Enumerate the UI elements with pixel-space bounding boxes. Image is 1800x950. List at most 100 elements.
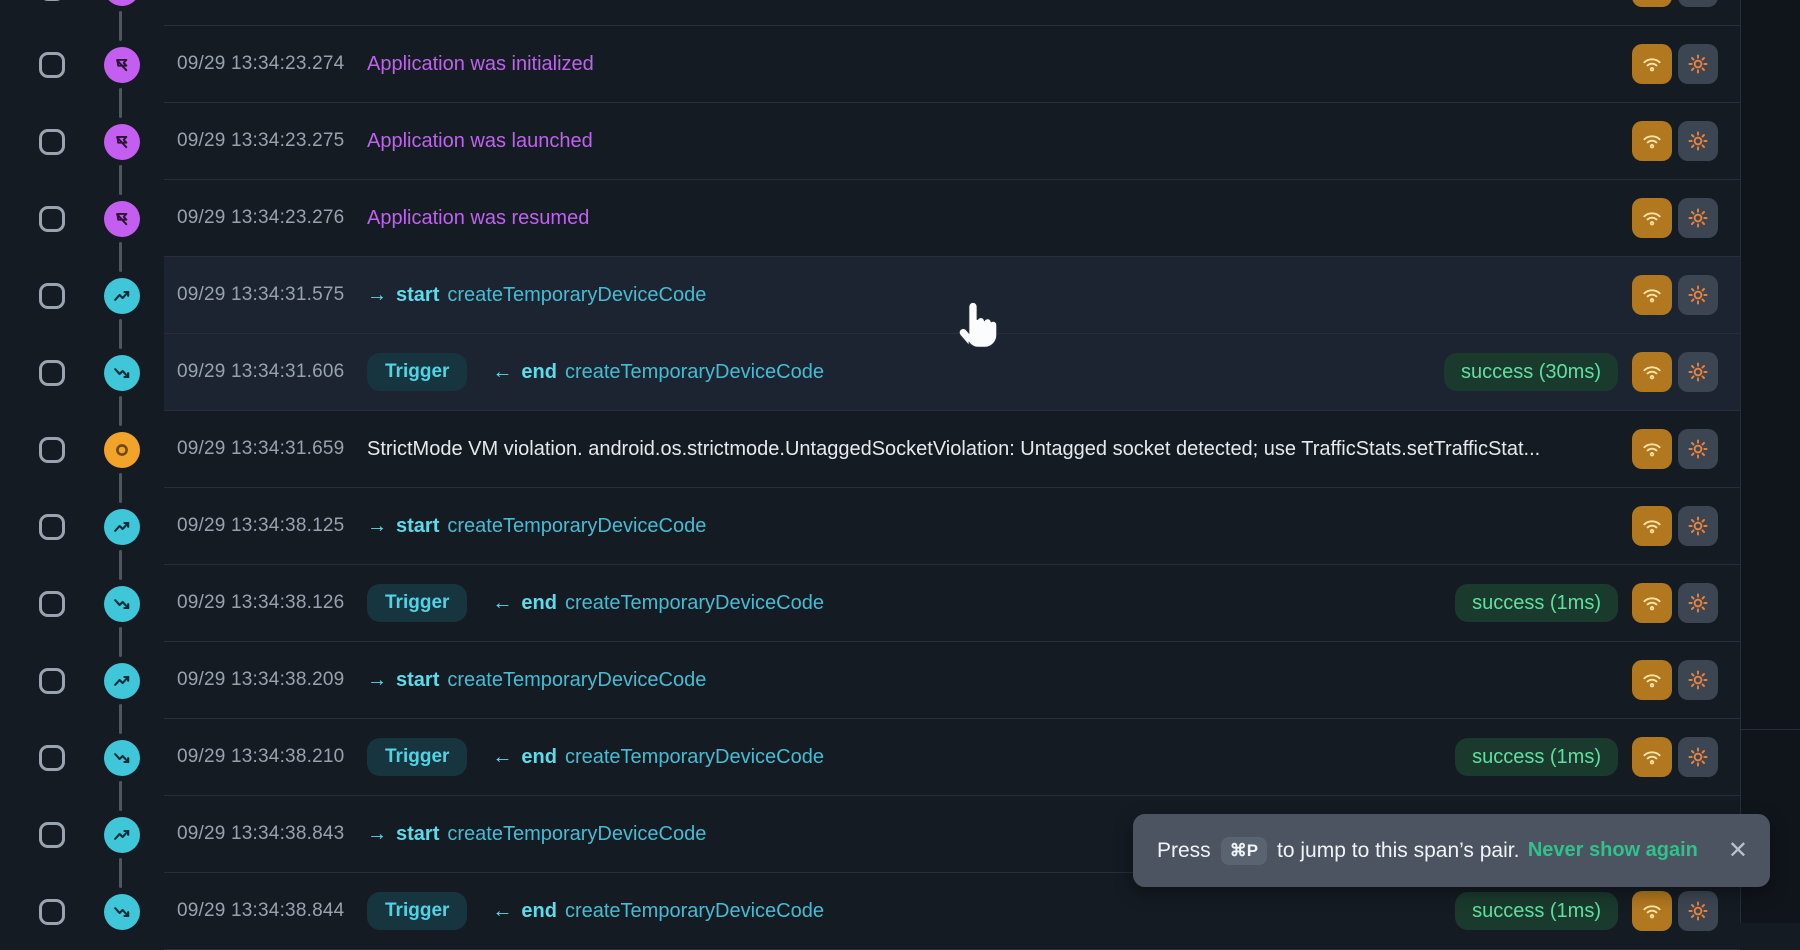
- span-name[interactable]: createTemporaryDeviceCode: [447, 669, 706, 692]
- row-gutter: [0, 411, 164, 488]
- row-checkbox[interactable]: [39, 0, 65, 1]
- log-row-log[interactable]: 09/29 13:34:31.659 StrictMode VM violati…: [0, 411, 1800, 488]
- span-name[interactable]: createTemporaryDeviceCode: [447, 823, 706, 846]
- attributes-button[interactable]: [1678, 121, 1718, 161]
- span-keyword: start: [396, 515, 439, 538]
- attributes-button[interactable]: [1678, 0, 1718, 7]
- row-checkbox[interactable]: [39, 899, 65, 925]
- attributes-button[interactable]: [1678, 275, 1718, 315]
- row-checkbox[interactable]: [39, 283, 65, 309]
- row-checkbox[interactable]: [39, 745, 65, 771]
- trigger-badge: Trigger: [367, 892, 467, 930]
- timestamp: 09/29 13:34:38.844: [177, 900, 367, 922]
- timestamp: 09/29 13:34:23.276: [177, 207, 367, 229]
- row-checkbox[interactable]: [39, 52, 65, 78]
- row-checkbox[interactable]: [39, 668, 65, 694]
- attributes-button[interactable]: [1678, 583, 1718, 623]
- network-button[interactable]: [1632, 275, 1672, 315]
- wifi-icon: [1640, 899, 1664, 923]
- attributes-button[interactable]: [1678, 44, 1718, 84]
- direction-arrow: →: [367, 823, 387, 846]
- span-name[interactable]: createTemporaryDeviceCode: [565, 900, 824, 923]
- row-checkbox[interactable]: [39, 437, 65, 463]
- network-button[interactable]: [1632, 429, 1672, 469]
- span-name[interactable]: createTemporaryDeviceCode: [447, 284, 706, 307]
- network-button[interactable]: [1632, 352, 1672, 392]
- direction-arrow: ←: [492, 592, 512, 615]
- attributes-button[interactable]: [1678, 660, 1718, 700]
- log-row-span-start[interactable]: 09/29 13:34:38.125 → start createTempora…: [0, 488, 1800, 565]
- log-row-span-start[interactable]: 09/29 13:34:38.209 → start createTempora…: [0, 642, 1800, 719]
- sun-icon: [1686, 129, 1710, 153]
- network-button[interactable]: [1632, 891, 1672, 931]
- network-button[interactable]: [1632, 506, 1672, 546]
- span-keyword: end: [521, 746, 557, 769]
- wifi-icon: [1640, 283, 1664, 307]
- network-button[interactable]: [1632, 44, 1672, 84]
- span-name[interactable]: createTemporaryDeviceCode: [565, 746, 824, 769]
- attributes-button[interactable]: [1678, 198, 1718, 238]
- attributes-button[interactable]: [1678, 352, 1718, 392]
- row-checkbox[interactable]: [39, 129, 65, 155]
- row-gutter: [0, 873, 164, 950]
- row-gutter: [0, 565, 164, 642]
- log-row-span-end[interactable]: 09/29 13:34:31.606 Trigger ← end createT…: [0, 334, 1800, 411]
- network-button[interactable]: [1632, 660, 1672, 700]
- log-row-breadcrumb[interactable]: [0, 0, 1800, 26]
- close-icon[interactable]: ✕: [1728, 839, 1748, 863]
- trending-down-icon: [112, 748, 132, 768]
- attributes-button[interactable]: [1678, 429, 1718, 469]
- trigger-badge: Trigger: [367, 738, 467, 776]
- row-message: Application was launched: [367, 130, 1632, 153]
- sun-icon: [1686, 360, 1710, 384]
- network-button[interactable]: [1632, 0, 1672, 7]
- log-row-span-start[interactable]: 09/29 13:34:31.575 → start createTempora…: [0, 257, 1800, 334]
- row-checkbox[interactable]: [39, 360, 65, 386]
- trending-down-icon: [112, 902, 132, 922]
- row-main: [164, 0, 1740, 26]
- never-show-again-button[interactable]: Never show again: [1528, 839, 1698, 862]
- attributes-button[interactable]: [1678, 891, 1718, 931]
- row-message: Application was initialized: [367, 53, 1632, 76]
- row-checkbox[interactable]: [39, 514, 65, 540]
- row-main: 09/29 13:34:38.209 → start createTempora…: [164, 642, 1740, 719]
- log-row-span-end[interactable]: 09/29 13:34:38.210 Trigger ← end createT…: [0, 719, 1800, 796]
- span-name[interactable]: createTemporaryDeviceCode: [447, 515, 706, 538]
- row-message: → start createTemporaryDeviceCode: [367, 669, 1632, 692]
- row-type-icon: [104, 663, 140, 699]
- network-button[interactable]: [1632, 198, 1672, 238]
- log-row-breadcrumb[interactable]: 09/29 13:34:23.274 Application was initi…: [0, 26, 1800, 103]
- sun-icon: [1686, 52, 1710, 76]
- network-button[interactable]: [1632, 583, 1672, 623]
- row-type-icon: [104, 740, 140, 776]
- row-message: → start createTemporaryDeviceCode: [367, 515, 1632, 538]
- log-row-breadcrumb[interactable]: 09/29 13:34:23.276 Application was resum…: [0, 180, 1800, 257]
- row-message: StrictMode VM violation. android.os.stri…: [367, 438, 1632, 461]
- row-main: 09/29 13:34:23.276 Application was resum…: [164, 180, 1740, 257]
- row-gutter: [0, 642, 164, 719]
- toast-press-label: Press: [1157, 839, 1211, 863]
- network-button[interactable]: [1632, 737, 1672, 777]
- row-type-icon: [104, 0, 140, 6]
- attributes-button[interactable]: [1678, 737, 1718, 777]
- row-message: Application was resumed: [367, 207, 1632, 230]
- wifi-icon: [1640, 668, 1664, 692]
- log-row-span-end[interactable]: 09/29 13:34:38.126 Trigger ← end createT…: [0, 565, 1800, 642]
- attributes-button[interactable]: [1678, 506, 1718, 546]
- row-checkbox[interactable]: [39, 206, 65, 232]
- row-gutter: [0, 488, 164, 565]
- log-row-breadcrumb[interactable]: 09/29 13:34:23.275 Application was launc…: [0, 103, 1800, 180]
- span-name[interactable]: createTemporaryDeviceCode: [565, 361, 824, 384]
- sun-icon: [1686, 437, 1710, 461]
- row-message: Trigger ← end createTemporaryDeviceCode: [367, 738, 1455, 776]
- network-button[interactable]: [1632, 121, 1672, 161]
- wifi-icon: [1640, 437, 1664, 461]
- message-text: Application was initialized: [367, 53, 594, 76]
- row-checkbox[interactable]: [39, 822, 65, 848]
- sun-icon: [1686, 283, 1710, 307]
- row-checkbox[interactable]: [39, 591, 65, 617]
- span-name[interactable]: createTemporaryDeviceCode: [565, 592, 824, 615]
- direction-arrow: →: [367, 669, 387, 692]
- row-main: 09/29 13:34:31.606 Trigger ← end createT…: [164, 334, 1740, 411]
- wifi-icon: [1640, 206, 1664, 230]
